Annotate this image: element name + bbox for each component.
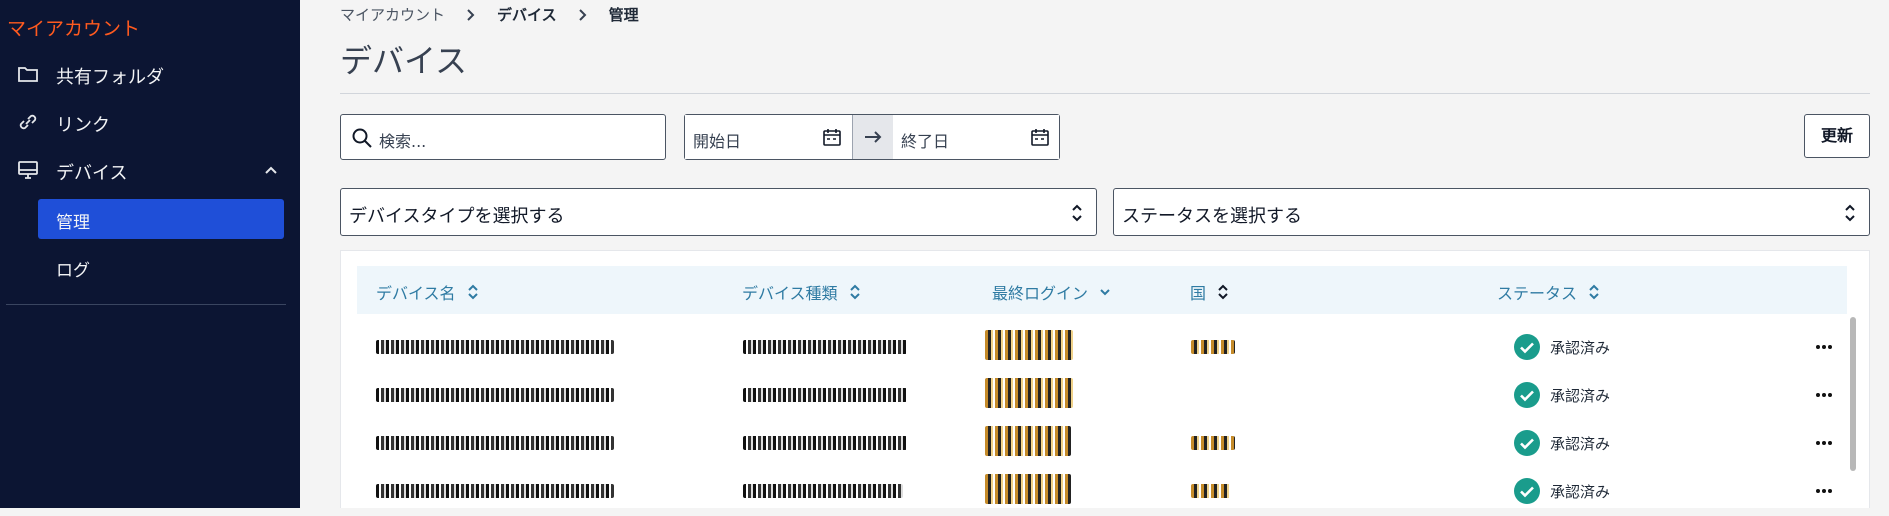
check-circle-icon	[1514, 382, 1540, 408]
redacted-device-type	[743, 388, 907, 402]
brand-title[interactable]: マイアカウント	[7, 14, 140, 41]
redacted-device-type	[743, 484, 903, 498]
device-type-select-value: デバイスタイプを選択する	[349, 206, 565, 227]
title-divider	[340, 93, 1870, 94]
status-cell: 承認済み	[1514, 478, 1610, 504]
sidebar-item-label: 共有フォルダ	[56, 67, 164, 88]
column-header-country[interactable]: 国	[1190, 280, 1230, 304]
redacted-device-name	[376, 484, 614, 498]
sort-icon	[467, 284, 478, 300]
status-cell: 承認済み	[1514, 334, 1610, 360]
search-placeholder: 検索...	[379, 132, 427, 151]
table-row[interactable]: 承認済み	[357, 324, 1847, 372]
sidebar-item-devices[interactable]: デバイス	[0, 150, 300, 190]
sidebar-subitem-logs[interactable]: ログ	[38, 247, 284, 287]
sort-updown-icon	[1072, 204, 1082, 222]
more-options-icon[interactable]	[1813, 336, 1835, 358]
sidebar-item-links[interactable]: リンク	[0, 102, 300, 142]
redacted-country	[1191, 436, 1235, 450]
search-input[interactable]: 検索...	[340, 114, 666, 160]
more-options-icon[interactable]	[1813, 480, 1835, 502]
sort-desc-icon	[1100, 289, 1110, 296]
sort-icon	[849, 284, 860, 300]
redacted-last-login	[985, 474, 1071, 504]
status-label: 承認済み	[1550, 386, 1611, 405]
redacted-last-login	[985, 426, 1071, 456]
column-header-label: デバイス名	[376, 284, 456, 303]
search-icon	[352, 128, 372, 148]
page-title: デバイス	[340, 42, 468, 80]
sort-icon	[1589, 284, 1599, 300]
sidebar-item-label: デバイス	[56, 163, 128, 184]
redacted-last-login	[985, 378, 1073, 408]
arrow-right-icon	[865, 131, 882, 143]
column-header-status[interactable]: ステータス	[1497, 280, 1601, 304]
calendar-icon[interactable]	[1029, 126, 1051, 148]
status-select[interactable]: ステータスを選択する	[1113, 188, 1870, 236]
date-range-picker: 開始日 終了日	[684, 114, 1060, 160]
status-label: 承認済み	[1550, 434, 1611, 453]
end-date-placeholder: 終了日	[901, 132, 950, 151]
redacted-device-name	[376, 388, 614, 402]
sort-updown-icon	[1845, 204, 1855, 222]
monitor-icon	[18, 161, 38, 179]
start-date-field[interactable]: 開始日	[685, 115, 851, 159]
chevron-right-icon	[467, 8, 475, 21]
date-range-separator	[852, 115, 894, 159]
table-header: デバイス名 デバイス種類 最終ログイン 国 ステータス	[357, 266, 1847, 314]
start-date-placeholder: 開始日	[693, 132, 742, 151]
more-options-icon[interactable]	[1813, 432, 1835, 454]
refresh-button[interactable]: 更新	[1804, 114, 1870, 158]
more-options-icon[interactable]	[1813, 384, 1835, 406]
chevron-right-icon	[578, 8, 586, 21]
status-label: 承認済み	[1550, 482, 1611, 501]
status-select-value: ステータスを選択する	[1122, 206, 1302, 227]
device-type-select[interactable]: デバイスタイプを選択する	[340, 188, 1097, 236]
chevron-up-icon[interactable]	[262, 161, 280, 179]
table-row[interactable]: 承認済み	[357, 420, 1847, 468]
scrollbar-thumb[interactable]	[1850, 317, 1856, 471]
table-row[interactable]: 承認済み	[357, 468, 1847, 516]
breadcrumb-my-account[interactable]: マイアカウント	[340, 4, 445, 25]
status-cell: 承認済み	[1514, 382, 1610, 408]
devices-table: デバイス名 デバイス種類 最終ログイン 国 ステータス 承認済み 承認済み 承認…	[340, 250, 1870, 508]
link-icon	[19, 114, 37, 130]
status-label: 承認済み	[1550, 338, 1611, 357]
status-cell: 承認済み	[1514, 430, 1610, 456]
sidebar: マイアカウント 共有フォルダ リンク デバイス 管理 ログ	[0, 0, 300, 508]
column-header-label: 国	[1190, 284, 1207, 303]
breadcrumb-manage: 管理	[608, 6, 639, 24]
end-date-field[interactable]: 終了日	[893, 115, 1059, 159]
check-circle-icon	[1514, 430, 1540, 456]
redacted-device-name	[376, 436, 614, 450]
table-row[interactable]: 承認済み	[357, 372, 1847, 420]
redacted-country	[1191, 484, 1231, 498]
breadcrumb-devices[interactable]: デバイス	[497, 4, 557, 25]
sidebar-divider	[6, 304, 286, 305]
sidebar-subitem-label: 管理	[56, 213, 90, 233]
sort-icon	[1218, 284, 1228, 300]
sidebar-subitem-manage[interactable]: 管理	[38, 199, 284, 239]
check-circle-icon	[1514, 334, 1540, 360]
redacted-last-login	[985, 330, 1073, 360]
column-header-label: デバイス種類	[742, 284, 838, 303]
redacted-country	[1191, 340, 1235, 354]
folder-icon	[18, 67, 38, 82]
redacted-device-type	[743, 436, 907, 450]
sidebar-subitem-label: ログ	[56, 261, 90, 281]
calendar-icon[interactable]	[821, 126, 843, 148]
column-header-device-name[interactable]: デバイス名	[376, 280, 480, 304]
column-header-last-login[interactable]: 最終ログイン	[992, 280, 1112, 304]
column-header-label: ステータス	[1497, 284, 1578, 303]
redacted-device-type	[743, 340, 907, 354]
column-header-label: 最終ログイン	[992, 284, 1089, 303]
check-circle-icon	[1514, 478, 1540, 504]
redacted-device-name	[376, 340, 614, 354]
column-header-device-type[interactable]: デバイス種類	[742, 280, 862, 304]
sidebar-item-shared-folders[interactable]: 共有フォルダ	[0, 54, 300, 94]
sidebar-item-label: リンク	[56, 115, 110, 136]
breadcrumb: マイアカウント デバイス 管理	[340, 4, 639, 25]
